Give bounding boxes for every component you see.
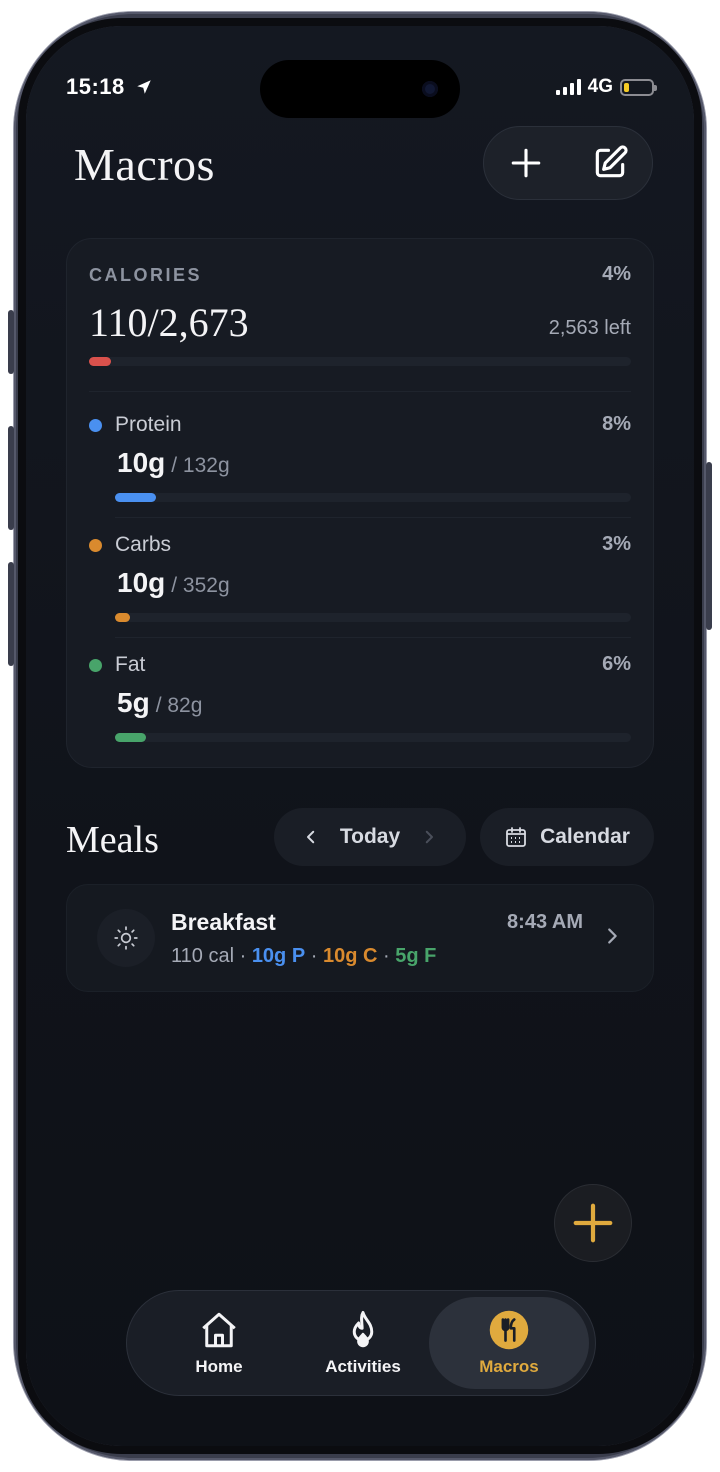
calories-label: CALORIES [89,265,203,285]
carbs-dot [89,539,102,552]
protein-dot [89,419,102,432]
meal-name: Breakfast [171,909,276,935]
fat-dot [89,659,102,672]
day-selector: Today [274,808,466,866]
fat-label: Fat [115,653,146,676]
carbs-value: 10g/ 352g [117,567,230,598]
meal-time: 8:43 AM [507,911,583,933]
status-time: 15:18 [66,74,153,100]
macros-summary-card: CALORIES 4% 110/2,673 2,563 left Protein… [66,238,654,768]
meal-fat: 5g F [395,945,437,967]
meal-summary: 110 cal · 10g P · 10g C · 5g F [171,945,437,967]
fat-progress-track [115,733,631,742]
volume-down-button [8,562,14,666]
plus-icon [573,1203,613,1243]
protein-progress-fill [115,493,157,502]
carbs-percent: 3% [602,533,631,555]
plus-icon [511,148,541,178]
calories-progress-fill [89,357,111,366]
protein-percent: 8% [602,413,631,435]
volume-up-button [8,426,14,530]
divider [115,637,631,638]
calories-percent: 4% [602,263,631,285]
chevron-right-icon[interactable] [420,828,438,846]
fat-value: 5g/ 82g [117,687,203,718]
carbs-progress-fill [115,613,131,622]
header-actions [483,126,653,200]
utensils-icon [489,1310,529,1350]
meal-protein: 10g P [251,945,306,967]
calories-value: 110/2,673 [89,300,249,345]
calories-progress-track [89,357,631,366]
meal-row-breakfast[interactable]: Breakfast 8:43 AM 110 cal · 10g P · 10g … [66,884,654,992]
calories-remaining: 2,563 left [548,317,631,339]
network-label: 4G [587,76,613,97]
chevron-left-icon[interactable] [302,828,320,846]
carbs-progress-track [115,613,631,622]
power-button [706,462,712,630]
tab-home[interactable]: Home [139,1297,299,1389]
edit-button[interactable] [585,138,635,188]
calendar-icon [506,827,526,847]
protein-label: Protein [115,413,182,436]
tab-bar: Home Activities Macros [126,1290,596,1396]
protein-progress-track [115,493,631,502]
protein-value: 10g/ 132g [117,447,230,478]
sun-icon [97,909,155,967]
signal-icon [555,79,581,95]
tab-activities[interactable]: Activities [283,1297,443,1389]
divider [89,391,631,392]
status-indicators: 4G [555,76,657,98]
meals-title: Meals [66,819,159,861]
calendar-button[interactable]: Calendar [480,808,654,866]
fat-progress-fill [115,733,146,742]
carbs-label: Carbs [115,533,172,556]
divider [115,517,631,518]
dynamic-island [260,60,460,118]
calendar-label: Calendar [540,825,630,848]
camera-icon [422,81,438,97]
action-button [8,310,14,374]
location-arrow-icon [137,80,152,94]
edit-icon [595,145,628,178]
home-icon [202,1312,236,1348]
page-title: Macros [74,139,215,190]
tab-macros[interactable]: Macros [429,1297,589,1389]
app-screen: 15:18 4G Macros CALORIES 4% 110/2,673 2,… [26,26,694,1446]
day-label[interactable]: Today [340,825,400,849]
battery-icon [620,78,657,96]
fat-percent: 6% [602,653,631,675]
add-button[interactable] [501,138,551,188]
add-meal-button[interactable] [554,1184,632,1262]
chevron-right-icon [608,928,617,944]
flame-icon [352,1311,374,1348]
meal-carbs: 10g C [322,945,378,967]
